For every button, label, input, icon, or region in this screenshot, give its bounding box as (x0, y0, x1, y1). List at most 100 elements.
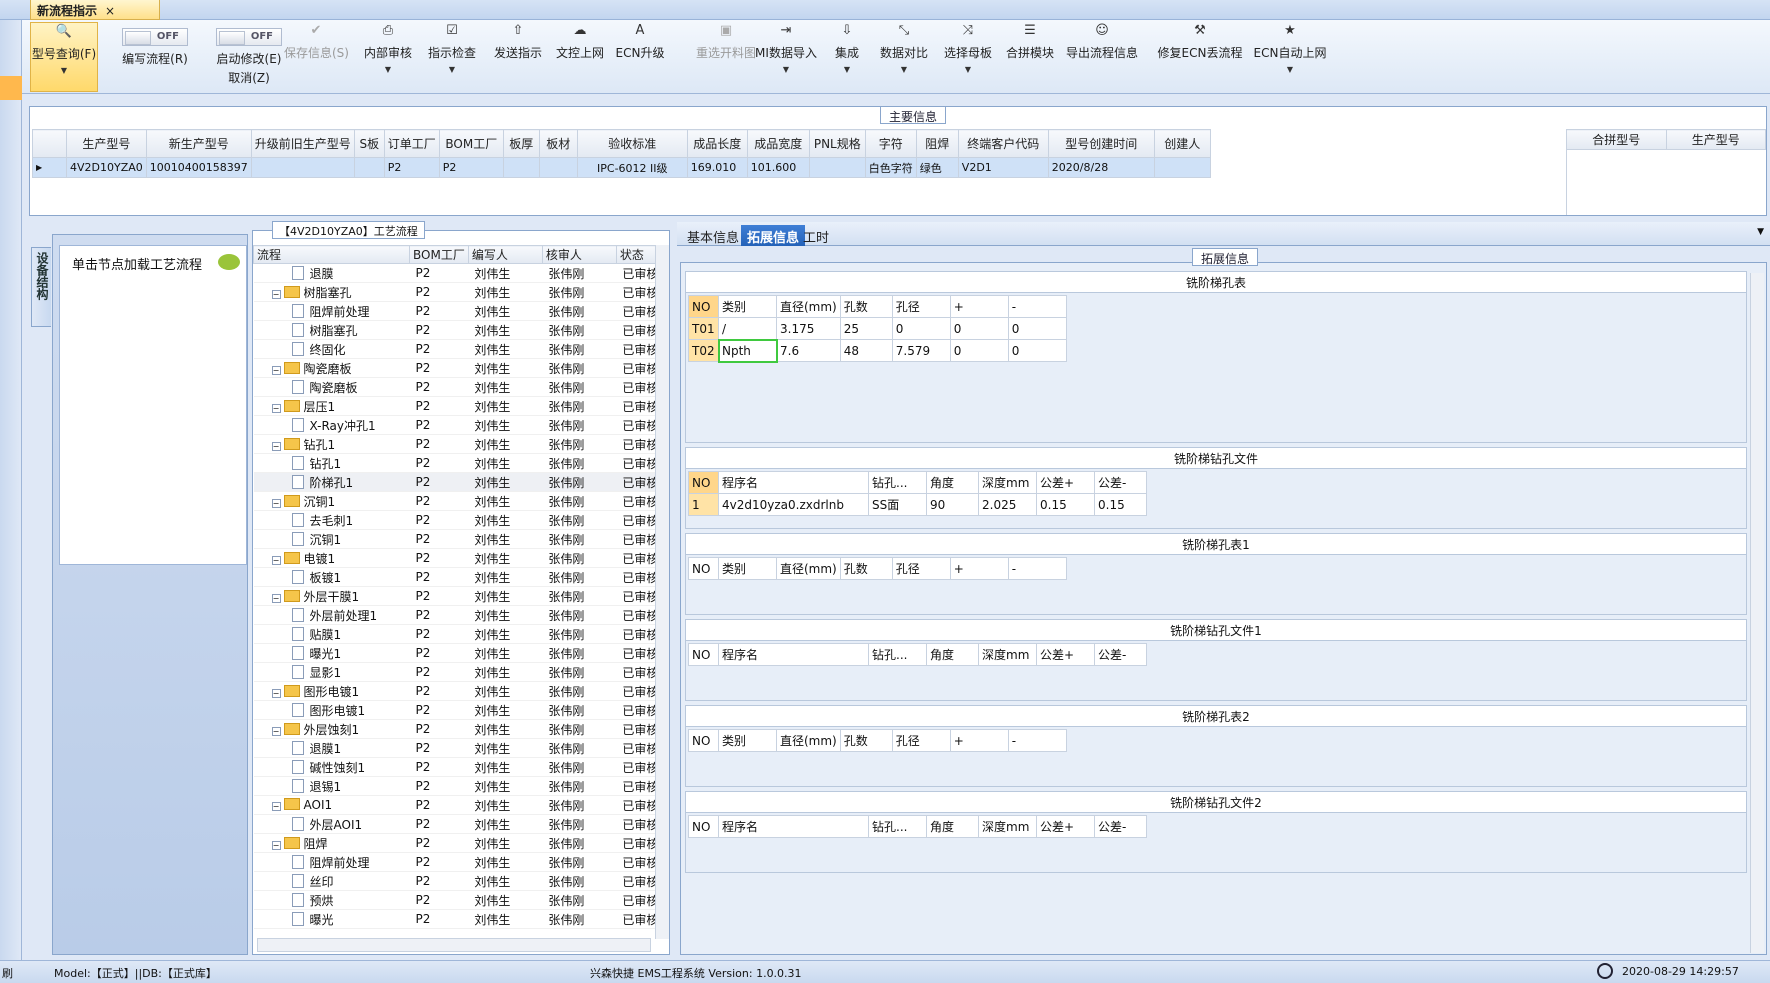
table-row[interactable]: T01/3.175 25 0 0 0 (688, 317, 1067, 340)
dropdown-arrow-icon[interactable]: ▼ (750, 65, 822, 74)
tree-node-cell[interactable]: 树脂塞孔 (253, 320, 410, 340)
tree-vertical-scrollbar[interactable] (655, 245, 669, 939)
tree-node-row[interactable]: 显影1 P2 刘伟生 张伟刚 已审核 (253, 662, 662, 682)
table-cell[interactable]: 2020/8/28 (1047, 157, 1155, 178)
tree-node-cell[interactable]: − 外层干膜1 (253, 586, 410, 606)
table-cell[interactable]: 48 (839, 339, 893, 362)
table-cell[interactable]: 0 (949, 317, 1009, 340)
column-header[interactable]: 公差- (1094, 815, 1147, 838)
tree-node-row[interactable]: 退锡1 P2 刘伟生 张伟刚 已审核 (253, 776, 662, 796)
tree-node-cell[interactable]: 贴膜1 (253, 624, 410, 644)
document-tab[interactable]: 新流程指示 × (30, 0, 160, 20)
column-header[interactable]: 升级前旧生产型号 (250, 129, 355, 158)
table-cell[interactable] (250, 157, 355, 178)
tree-node-row[interactable]: − 图形电镀1 P2 刘伟生 张伟刚 已审核 (253, 681, 662, 701)
tree-node-row[interactable]: 阻焊前处理 P2 刘伟生 张伟刚 已审核 (253, 852, 662, 872)
tree-node-cell[interactable]: 外层前处理1 (253, 605, 410, 625)
tree-node-row[interactable]: 沉铜1 P2 刘伟生 张伟刚 已审核 (253, 529, 662, 549)
merge-module-button[interactable]: ☰ 合拼模块 (1002, 22, 1058, 92)
table-cell[interactable] (808, 157, 866, 178)
tree-node-cell[interactable]: 预烘 (253, 890, 410, 910)
column-header[interactable]: 终端客户代码 (957, 129, 1049, 158)
table-cell[interactable]: 3.175 (776, 317, 841, 340)
table-cell[interactable]: SS面 (868, 493, 927, 516)
tree-node-row[interactable]: − 陶瓷磨板 P2 刘伟生 张伟刚 已审核 (253, 358, 662, 378)
table-cell[interactable]: 169.010 (686, 157, 748, 178)
tree-node-row[interactable]: 板镀1 P2 刘伟生 张伟刚 已审核 (253, 567, 662, 587)
tree-node-cell[interactable]: − 电镀1 (253, 548, 410, 568)
collapse-icon[interactable]: − (271, 802, 281, 811)
column-header[interactable]: NO (688, 815, 719, 838)
tree-node-row[interactable]: 碱性蚀刻1 P2 刘伟生 张伟刚 已审核 (253, 757, 662, 777)
column-header[interactable]: - (1007, 729, 1067, 752)
tree-node-row[interactable]: − 树脂塞孔 P2 刘伟生 张伟刚 已审核 (253, 282, 662, 302)
column-header[interactable]: NO (688, 471, 719, 494)
tab-extended[interactable]: 拓展信息 (741, 225, 806, 246)
start-modify-button[interactable]: OFF 启动修改(E) 取消(Z) (202, 22, 296, 92)
collapse-icon[interactable]: − (271, 441, 281, 451)
column-header[interactable]: 钻孔... (868, 643, 927, 666)
table-cell[interactable] (538, 157, 578, 178)
column-header[interactable]: 钻孔... (868, 471, 927, 494)
tab-hours[interactable]: 工时 (797, 225, 835, 246)
ecn-upgrade-button[interactable]: A ECN升级 (612, 22, 668, 92)
column-header[interactable]: 公差+ (1036, 815, 1095, 838)
tree-node-cell[interactable]: 退膜1 (253, 738, 410, 758)
column-header[interactable]: 公差+ (1036, 643, 1095, 666)
tree-node-row[interactable]: 树脂塞孔 P2 刘伟生 张伟刚 已审核 (253, 320, 662, 340)
column-header[interactable]: - (1007, 295, 1067, 318)
mi-import-button[interactable]: ⇥ MI数据导入 ▼ (750, 22, 822, 92)
internal-review-button[interactable]: ⎙ 内部审核 ▼ (358, 22, 418, 92)
tree-node-row[interactable]: − 层压1 P2 刘伟生 张伟刚 已审核 (253, 396, 662, 416)
column-header[interactable]: 钻孔... (868, 815, 927, 838)
column-header[interactable]: 深度mm (978, 815, 1037, 838)
dropdown-arrow-icon[interactable]: ▼ (874, 65, 934, 74)
column-header[interactable]: 类别 (718, 729, 777, 752)
tree-node-row[interactable]: 阻焊前处理 P2 刘伟生 张伟刚 已审核 (253, 301, 662, 321)
column-header[interactable]: 直径(mm) (776, 557, 841, 580)
edit-flow-toggle[interactable]: OFF (122, 28, 188, 46)
column-header[interactable]: 孔数 (839, 295, 893, 318)
column-header[interactable]: 生产型号 (66, 129, 147, 158)
tree-node-row[interactable]: 去毛刺1 P2 刘伟生 张伟刚 已审核 (253, 510, 662, 530)
extended-vertical-scrollbar[interactable] (1750, 273, 1764, 953)
tree-node-cell[interactable]: 终固化 (253, 339, 410, 359)
table-cell[interactable]: 4v2d10yza0.zxdrlnb (718, 493, 869, 516)
column-header[interactable]: 程序名 (718, 643, 869, 666)
column-header[interactable]: 阻焊 (915, 129, 959, 158)
collapse-icon[interactable]: − (271, 403, 281, 413)
tree-node-cell[interactable]: 陶瓷磨板 (253, 377, 410, 397)
column-header[interactable]: + (949, 557, 1009, 580)
tree-node-row[interactable]: − 电镀1 P2 刘伟生 张伟刚 已审核 (253, 548, 662, 568)
column-header[interactable]: 直径(mm) (776, 729, 841, 752)
table-cell[interactable]: 绿色 (915, 157, 959, 178)
dropdown-arrow-icon[interactable]: ▼ (938, 65, 998, 74)
table-cell[interactable]: 101.600 (746, 157, 810, 178)
table-cell[interactable]: 7.6 (776, 339, 841, 362)
start-modify-toggle[interactable]: OFF (216, 28, 282, 46)
tree-node-row[interactable]: 丝印 P2 刘伟生 张伟刚 已审核 (253, 871, 662, 891)
dropdown-arrow-icon[interactable]: ▼ (830, 65, 864, 74)
tree-node-cell[interactable]: 外层AOI1 (253, 814, 410, 834)
tree-node-row[interactable]: X-Ray冲孔1 P2 刘伟生 张伟刚 已审核 (253, 415, 662, 435)
column-header[interactable]: 成品长度 (686, 129, 748, 158)
tree-node-row[interactable]: − 外层干膜1 P2 刘伟生 张伟刚 已审核 (253, 586, 662, 606)
column-header[interactable]: 公差- (1094, 643, 1147, 666)
tree-node-cell[interactable]: 曝光 (253, 909, 410, 929)
table-cell[interactable]: IPC-6012 II级 (576, 157, 688, 178)
instruction-check-button[interactable]: ☑ 指示检查 ▼ (424, 22, 480, 92)
table-cell[interactable]: 90 (926, 493, 979, 516)
table-cell[interactable]: 4V2D10YZA0 (66, 157, 147, 178)
column-header[interactable]: 合拼型号 (1566, 129, 1667, 150)
column-header[interactable]: BOM工厂 (438, 129, 504, 158)
column-header[interactable]: 板材 (538, 129, 578, 158)
column-header[interactable]: 类别 (718, 557, 777, 580)
collapse-icon[interactable]: − (271, 555, 281, 565)
tree-node-row[interactable]: − 阻焊 P2 刘伟生 张伟刚 已审核 (253, 833, 662, 853)
tree-node-cell[interactable]: 丝印 (253, 871, 410, 891)
column-header[interactable]: 新生产型号 (145, 129, 252, 158)
table-cell[interactable]: T02 (688, 339, 719, 362)
collapse-icon[interactable]: − (271, 365, 281, 375)
table-cell[interactable]: 0 (891, 317, 951, 340)
tree-node-row[interactable]: − 钻孔1 P2 刘伟生 张伟刚 已审核 (253, 434, 662, 454)
